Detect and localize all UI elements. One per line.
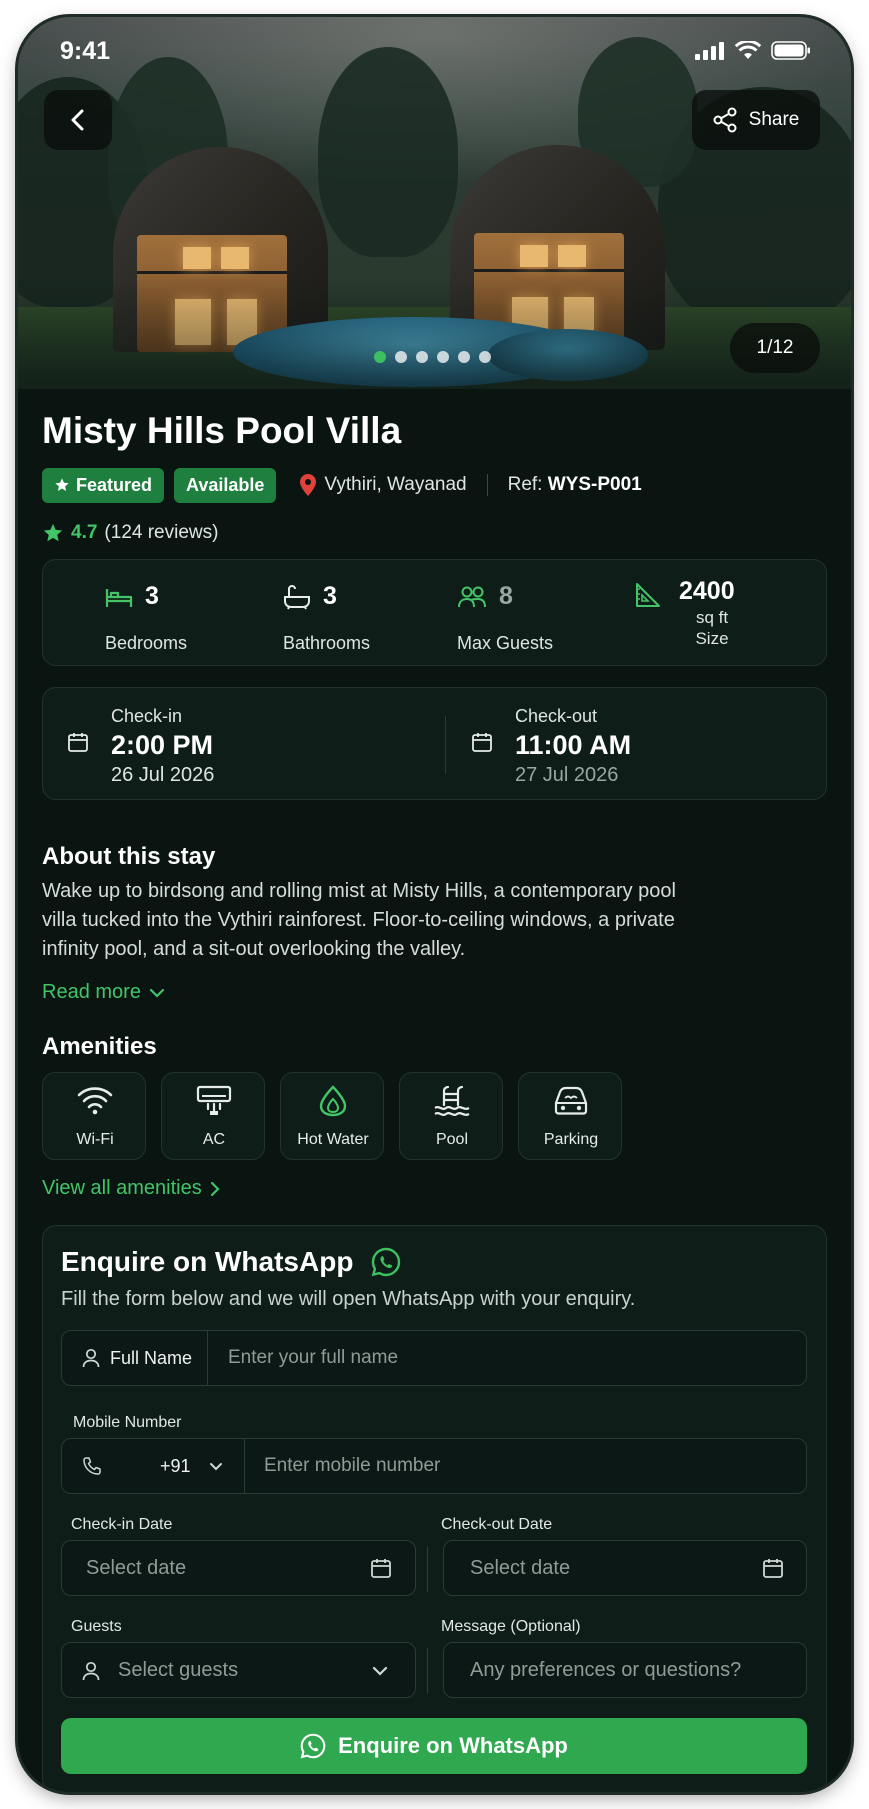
available-badge: Available <box>174 467 277 503</box>
listing-title: Misty Hills Pool Villa <box>42 410 402 451</box>
star-icon <box>43 523 63 542</box>
gallery-dot[interactable] <box>458 351 470 363</box>
mobile-field[interactable]: +91 Enter mobile number <box>61 1438 807 1494</box>
bed-icon <box>105 588 133 607</box>
gallery-dot[interactable] <box>416 351 428 363</box>
guests-label: Guests <box>71 1618 122 1635</box>
reference: Ref: WYS-P001 <box>507 474 642 495</box>
rating[interactable]: 4.7 (124 reviews) <box>42 522 218 544</box>
signal-icon <box>695 41 724 60</box>
full-name-field[interactable]: Full Name Enter your full name <box>61 1330 807 1386</box>
battery-icon <box>771 41 810 60</box>
about-heading: About this stay <box>42 843 216 870</box>
amenity-pool[interactable]: Pool <box>399 1072 503 1160</box>
stat-bathrooms: 3 Bathrooms <box>283 582 371 653</box>
share-label: Share <box>748 109 800 130</box>
message-label: Message (Optional) <box>441 1618 581 1635</box>
location: Vythiri, Wayanad <box>300 474 467 496</box>
read-more-link[interactable]: Read more <box>42 981 165 1004</box>
stat-size: 2400 sq ft Size <box>635 560 815 667</box>
star-icon <box>55 478 69 491</box>
car-icon <box>554 1086 588 1115</box>
gallery-dot[interactable] <box>479 351 491 363</box>
share-icon <box>713 107 737 133</box>
enquire-whatsapp-button[interactable]: Enquire on WhatsApp <box>61 1718 807 1774</box>
user-icon <box>82 1661 100 1681</box>
pool-icon <box>434 1085 470 1116</box>
stat-bedrooms: 3 Bedrooms <box>105 582 188 653</box>
checkin-date-picker[interactable]: Select date <box>61 1540 416 1596</box>
checkout-date-picker[interactable]: Select date <box>443 1540 807 1596</box>
checkin-checkout-card: Check-in 2:00 PM 26 Jul 2026 Check-out 1… <box>42 687 827 800</box>
amenities-heading: Amenities <box>42 1033 157 1060</box>
stats-card: 3 Bedrooms 3 Bathrooms 8 Max Guests 2400… <box>42 559 827 666</box>
message-input[interactable]: Any preferences or questions? <box>443 1642 807 1698</box>
amenity-parking[interactable]: Parking <box>518 1072 622 1160</box>
mobile-label: Mobile Number <box>73 1414 182 1431</box>
location-text: Vythiri, Wayanad <box>324 474 467 495</box>
chevron-down-icon <box>372 1666 388 1676</box>
amenity-hot-water[interactable]: Hot Water <box>280 1072 384 1160</box>
checkout-info: Check-out 11:00 AM 27 Jul 2026 <box>447 688 827 801</box>
featured-badge: Featured <box>42 467 165 503</box>
form-subtitle: Fill the form below and we will open Wha… <box>61 1288 636 1310</box>
about-text: Wake up to birdsong and rolling mist at … <box>42 880 676 960</box>
share-button[interactable]: Share <box>692 90 820 150</box>
wifi-icon <box>77 1087 113 1115</box>
wifi-icon <box>735 41 761 59</box>
amenities-list: Wi-Fi AC Hot Water Pool Parking <box>42 1072 622 1160</box>
calendar-icon <box>371 1559 391 1578</box>
phone-screen: 9:41 Share 1/12 Misty Hills Pool Villa F… <box>18 17 851 1792</box>
users-icon <box>458 586 486 607</box>
full-name-label: Full Name <box>62 1331 208 1385</box>
full-name-input[interactable]: Enter your full name <box>228 1331 398 1385</box>
gallery-dot[interactable] <box>395 351 407 363</box>
user-icon <box>82 1348 100 1368</box>
chevron-left-icon <box>71 109 84 131</box>
view-all-amenities-link[interactable]: View all amenities <box>42 1177 220 1200</box>
guests-select[interactable]: Select guests <box>61 1642 416 1698</box>
whatsapp-icon <box>300 1733 326 1759</box>
review-count: (124 reviews) <box>104 522 219 543</box>
back-button[interactable] <box>44 90 112 150</box>
mobile-input[interactable]: Enter mobile number <box>264 1439 440 1493</box>
country-code-select[interactable]: +91 <box>62 1439 245 1493</box>
whatsapp-icon <box>372 1247 401 1277</box>
gallery-dots[interactable] <box>374 351 491 363</box>
flame-drop-icon <box>319 1085 347 1117</box>
stat-guests: 8 Max Guests <box>457 582 554 653</box>
gallery-counter: 1/12 <box>730 323 820 373</box>
map-pin-icon <box>300 474 317 496</box>
checkin-info: Check-in 2:00 PM 26 Jul 2026 <box>43 688 443 801</box>
checkout-date-label: Check-out Date <box>441 1516 553 1533</box>
calendar-icon <box>763 1559 783 1578</box>
calendar-icon <box>68 733 88 752</box>
phone-icon <box>83 1457 101 1475</box>
status-bar: 9:41 <box>18 17 851 77</box>
air-conditioner-icon <box>196 1085 232 1115</box>
ruler-triangle-icon <box>636 583 660 607</box>
checkin-date-label: Check-in Date <box>71 1516 173 1533</box>
chevron-down-icon <box>209 1462 222 1470</box>
gallery-dot[interactable] <box>374 351 386 363</box>
form-title: Enquire on WhatsApp <box>61 1246 401 1278</box>
reference-code: WYS-P001 <box>547 474 642 495</box>
calendar-icon <box>472 733 492 752</box>
listing-meta: Featured Available Vythiri, Wayanad Ref:… <box>42 467 642 503</box>
amenity-ac[interactable]: AC <box>161 1072 265 1160</box>
chevron-down-icon <box>149 988 165 998</box>
enquiry-form: Enquire on WhatsApp Fill the form below … <box>42 1225 827 1792</box>
status-time: 9:41 <box>60 37 111 65</box>
amenity-wifi[interactable]: Wi-Fi <box>42 1072 146 1160</box>
gallery-dot[interactable] <box>437 351 449 363</box>
chevron-right-icon <box>210 1181 220 1196</box>
rating-value: 4.7 <box>71 522 98 543</box>
bathtub-icon <box>284 584 310 609</box>
